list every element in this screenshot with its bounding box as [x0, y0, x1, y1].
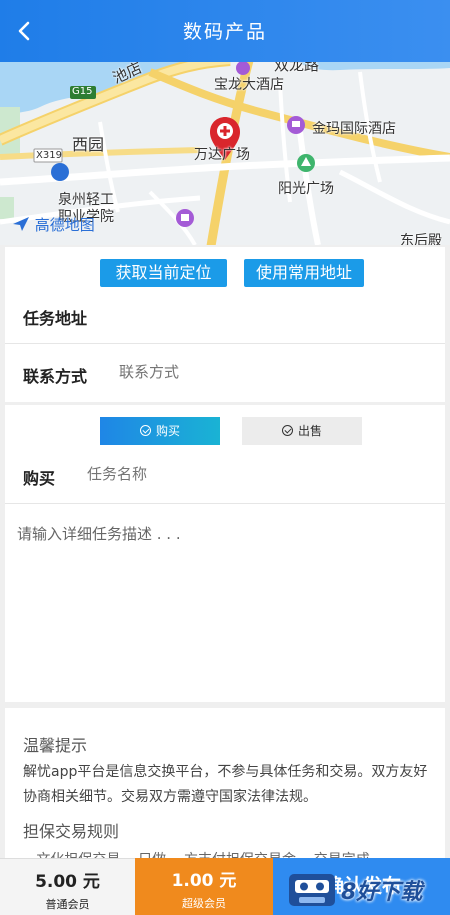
divider [5, 343, 445, 344]
map-label-g15: G15 [72, 86, 93, 97]
navigation-arrow-icon [13, 217, 29, 231]
use-common-address-button[interactable]: 使用常用地址 [244, 259, 364, 287]
task-name-input[interactable] [87, 463, 417, 485]
sell-toggle-label: 出售 [297, 424, 322, 438]
tips-body: 解忧app平台是信息交换平台，不参与具体任务和交易。双方友好协商相关细节。交易双… [23, 764, 428, 805]
location-card: 获取当前定位 使用常用地址 任务地址 联系方式 [5, 247, 445, 402]
sell-toggle[interactable]: 出售 [242, 417, 362, 445]
check-circle-icon [281, 425, 293, 436]
buy-toggle[interactable]: 购买 [100, 417, 220, 445]
normal-member-option[interactable]: 5.00 元 普通会员 [0, 858, 135, 915]
get-current-location-button[interactable]: 获取当前定位 [100, 259, 227, 287]
super-member-label: 超级会员 [182, 897, 226, 910]
map-label-wanda: 万达广场 [194, 147, 250, 163]
watermark: 8好下载 [285, 868, 450, 910]
buy-toggle-label: 购买 [155, 424, 180, 438]
map-label-baolong: 宝龙大酒店 [214, 77, 284, 93]
task-description-input[interactable] [17, 523, 433, 683]
amap-logo: 高德地图 [12, 214, 95, 235]
normal-member-label: 普通会员 [45, 898, 90, 911]
tips-heading: 温馨提示 [23, 736, 88, 755]
map-label-bottom-right: 东后殿 [400, 233, 442, 245]
task-type-label: 购买 [23, 469, 56, 488]
normal-price: 5.00 元 [35, 872, 100, 892]
rules-heading: 担保交易规则 [23, 822, 120, 841]
contact-input[interactable] [119, 361, 419, 383]
map-label-xiyuan: 西园 [72, 135, 105, 154]
amap-logo-text: 高德地图 [34, 216, 95, 234]
divider [5, 503, 445, 504]
map-label-jinma: 金玛国际酒店 [312, 121, 396, 137]
super-price: 1.00 元 [171, 871, 237, 891]
check-circle-icon [139, 425, 151, 436]
contact-label: 联系方式 [23, 367, 88, 386]
top-bar: 数码产品 [0, 0, 450, 62]
map-label-x319: X319 [36, 150, 62, 161]
page-title: 数码产品 [182, 21, 267, 43]
map-label-yangguang: 阳光广场 [278, 181, 334, 197]
watermark-text: 8好下载 [341, 880, 423, 905]
task-address-label: 任务地址 [23, 309, 88, 328]
task-card: 购买 出售 购买 [5, 405, 445, 702]
super-member-option[interactable]: 1.00 元 超级会员 [135, 858, 273, 915]
